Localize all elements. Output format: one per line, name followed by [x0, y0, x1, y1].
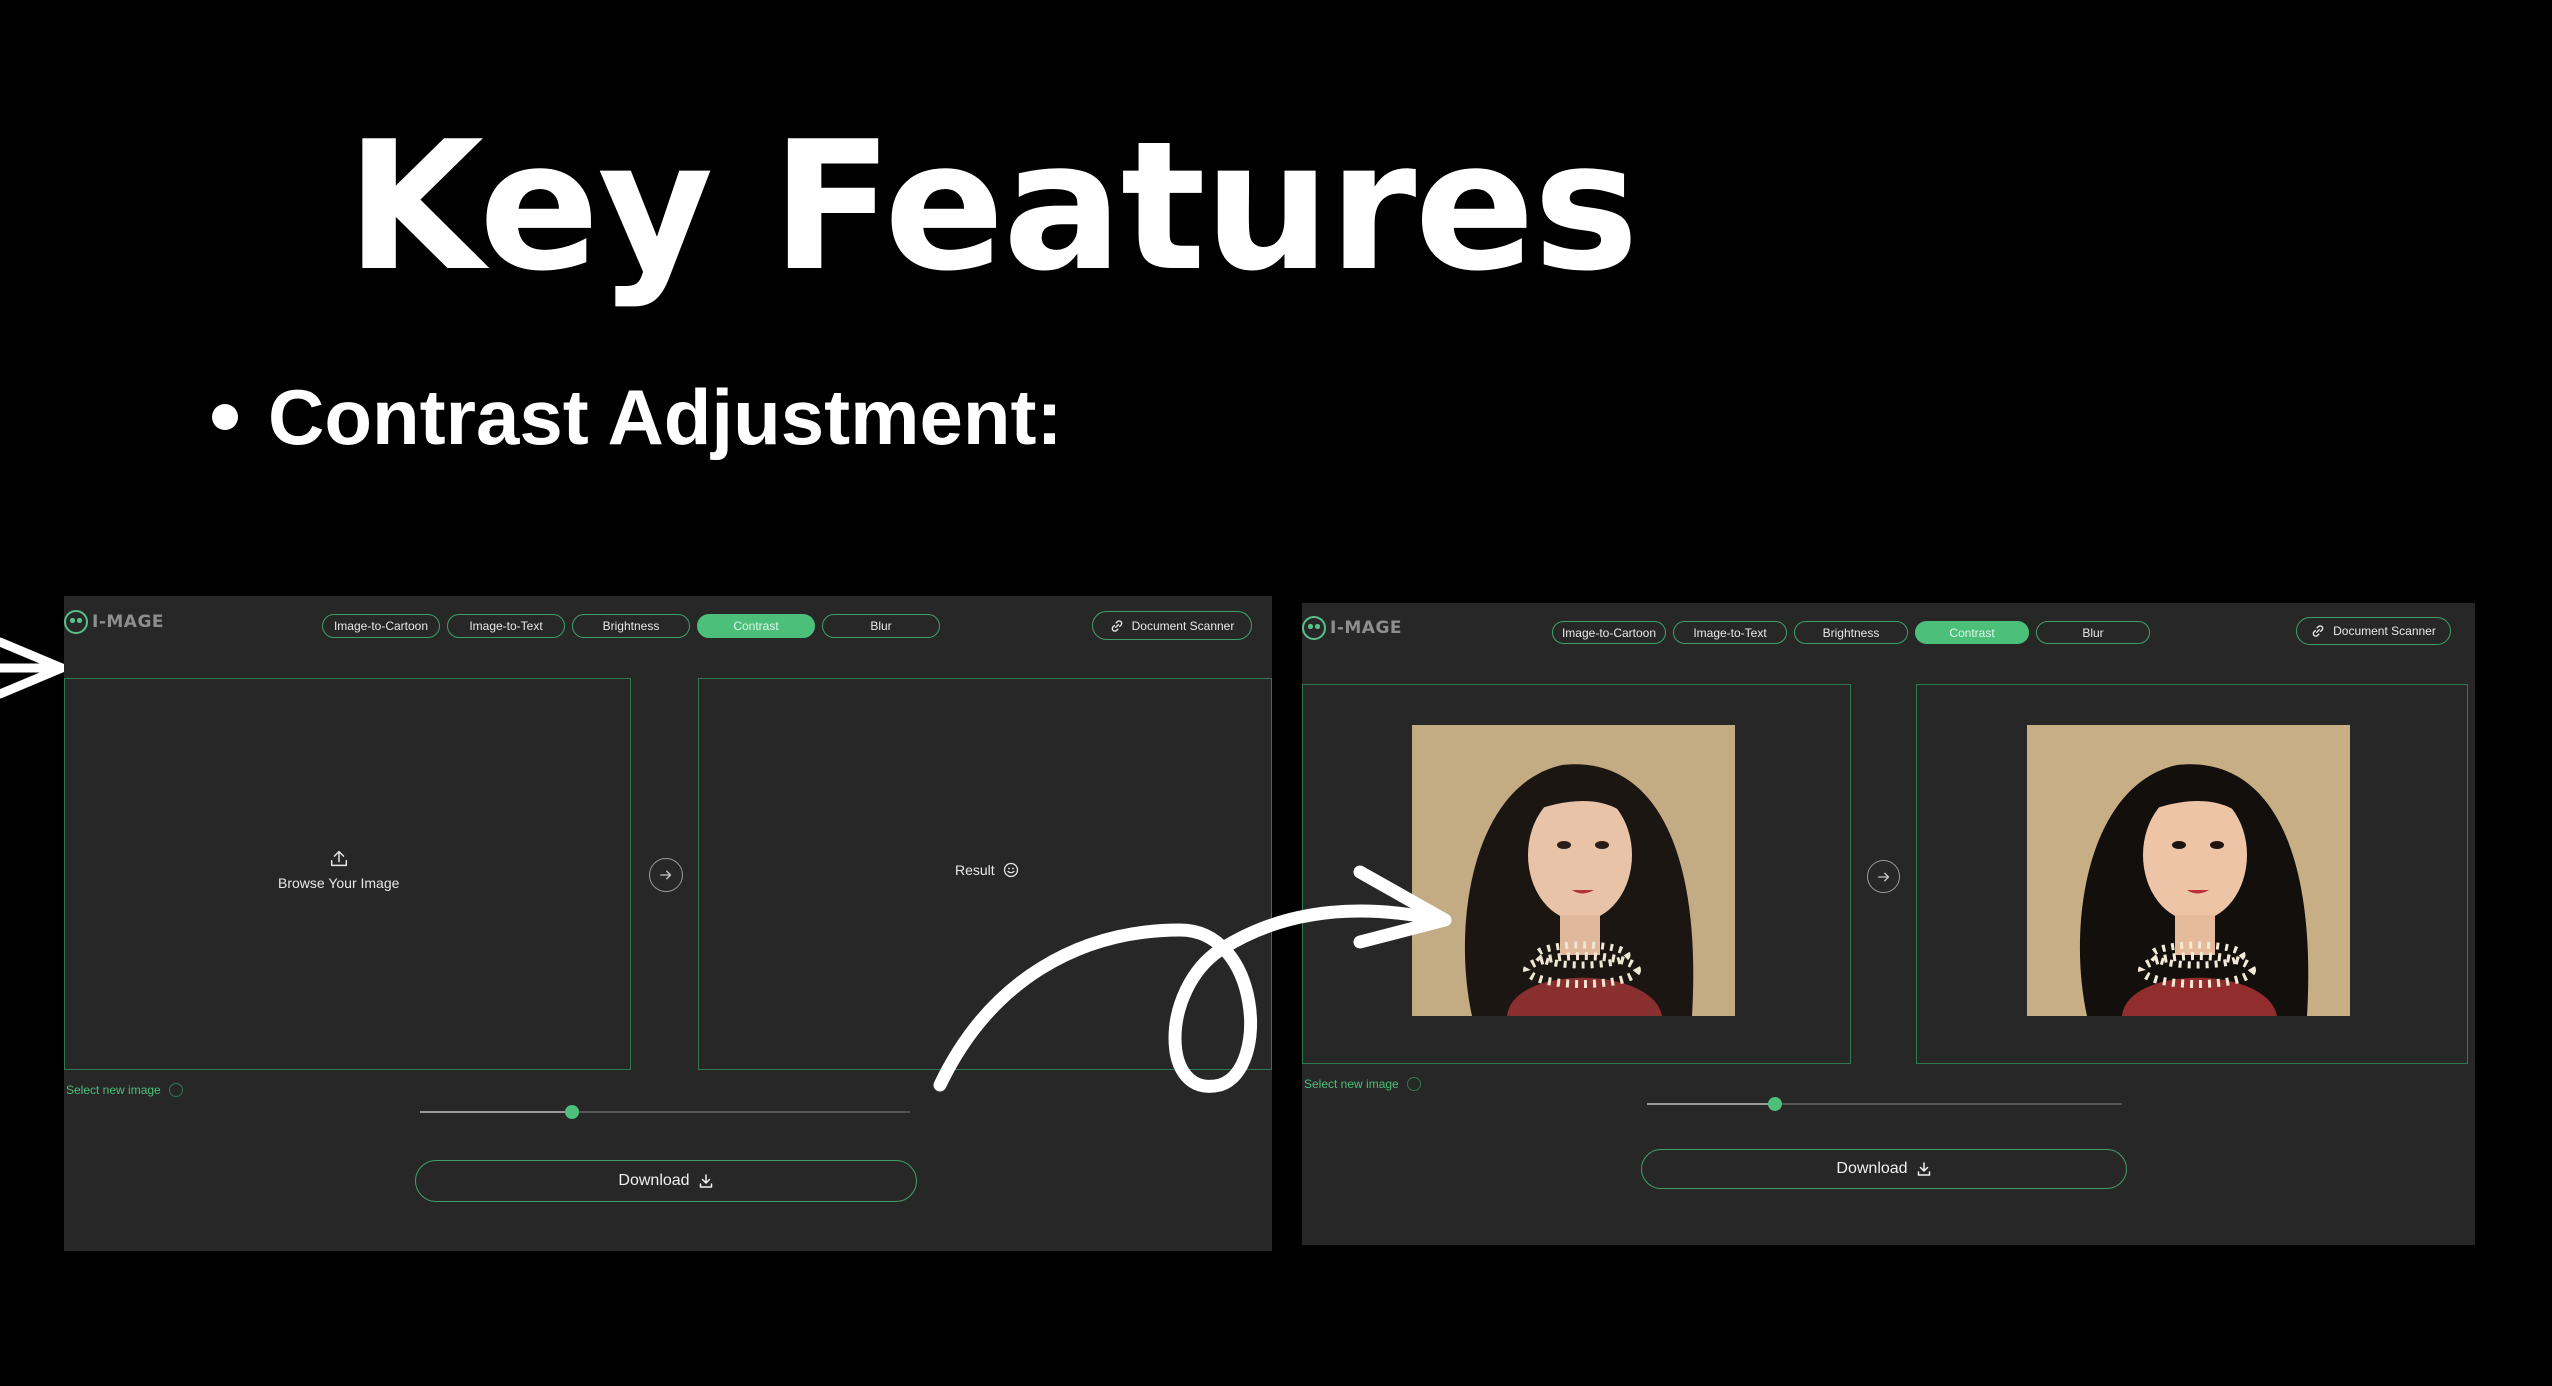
tab-blur[interactable]: Blur [822, 614, 940, 638]
slide-title: Key Features [346, 103, 1639, 310]
browse-upload-area[interactable]: Browse Your Image [278, 847, 399, 891]
download-label: Download [618, 1172, 690, 1189]
smiley-logo-icon [64, 610, 88, 634]
document-scanner-button[interactable]: Document Scanner [1092, 611, 1252, 640]
logo-text: I-MAGE [92, 612, 165, 632]
tab-contrast[interactable]: Contrast [697, 614, 815, 638]
tab-image-to-text[interactable]: Image-to-Text [447, 614, 565, 638]
document-scanner-label: Document Scanner [1131, 618, 1235, 633]
tab-brightness[interactable]: Brightness [572, 614, 690, 638]
after-app-screenshot: I-MAGE Image-to-Cartoon Image-to-Text Br… [1302, 603, 2475, 1245]
logo-text: I-MAGE [1330, 618, 1403, 638]
link-icon [1111, 619, 1122, 632]
contrast-slider[interactable] [1647, 1097, 2122, 1111]
tab-brightness[interactable]: Brightness [1794, 621, 1908, 644]
input-panel[interactable]: Browse Your Image [64, 678, 631, 1070]
tab-blur[interactable]: Blur [2036, 621, 2150, 644]
download-label: Download [1836, 1160, 1908, 1177]
select-new-image-label: Select new image [66, 1083, 161, 1097]
tab-contrast[interactable]: Contrast [1915, 621, 2029, 644]
contrast-result-photo [2027, 725, 2350, 1016]
arrow-right-icon [660, 870, 672, 880]
document-scanner-label: Document Scanner [2333, 624, 2436, 638]
upload-icon [330, 850, 347, 867]
feature-bullet-text: Contrast Adjustment: [268, 373, 1063, 461]
select-new-image-link[interactable]: Select new image [66, 1083, 183, 1097]
slider-thumb[interactable] [1768, 1097, 1783, 1111]
download-button[interactable]: Download [1641, 1149, 2127, 1189]
app-logo[interactable]: I-MAGE [1302, 616, 1402, 640]
tab-image-to-text[interactable]: Image-to-Text [1673, 621, 1787, 644]
bullet-dot [212, 404, 238, 430]
tab-image-to-cartoon[interactable]: Image-to-Cartoon [1552, 621, 1666, 644]
browse-label: Browse Your Image [278, 875, 400, 891]
slider-thumb[interactable] [564, 1105, 579, 1119]
tab-image-to-cartoon[interactable]: Image-to-Cartoon [322, 614, 440, 638]
contrast-slider[interactable] [420, 1105, 910, 1119]
download-button[interactable]: Download [415, 1160, 917, 1202]
arrow-right-icon [1877, 872, 1889, 881]
slider-fill [420, 1111, 572, 1113]
smiley-logo-icon [1302, 616, 1326, 640]
document-scanner-button[interactable]: Document Scanner [2296, 617, 2451, 645]
download-icon [699, 1174, 712, 1188]
decorative-curly-arrow-icon [933, 865, 1452, 1093]
feature-tabs: Image-to-Cartoon Image-to-Text Brightnes… [1552, 621, 2150, 644]
portrait-image [2027, 725, 2350, 1016]
decorative-arrow-icon [0, 637, 67, 699]
refresh-icon [168, 1083, 183, 1097]
process-arrow-button[interactable] [1867, 860, 1900, 893]
link-icon [2312, 625, 2324, 637]
feature-bullet: Contrast Adjustment: [212, 378, 1062, 456]
slider-fill [1647, 1103, 1776, 1105]
app-logo[interactable]: I-MAGE [64, 610, 164, 634]
process-arrow-button[interactable] [649, 858, 683, 892]
download-icon [1917, 1162, 1930, 1176]
feature-tabs: Image-to-Cartoon Image-to-Text Brightnes… [322, 614, 940, 638]
